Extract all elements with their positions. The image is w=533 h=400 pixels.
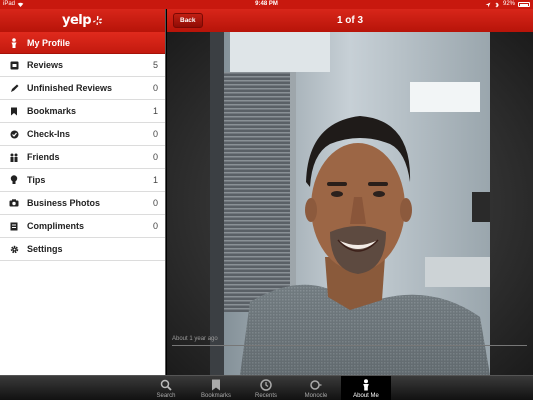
reviews-icon [9, 60, 19, 70]
person-icon [9, 37, 19, 48]
sidebar-item-count: 1 [152, 106, 158, 116]
status-bar: iPad 9:48 PM 92% [0, 0, 533, 9]
tab-about-me[interactable]: About Me [341, 376, 391, 400]
sidebar-item-label: Check-Ins [27, 129, 71, 139]
compliment-icon [9, 221, 19, 231]
camera-icon [9, 198, 19, 208]
sidebar-item-label: Compliments [27, 221, 85, 231]
sidebar-item-label: Reviews [27, 60, 64, 70]
search-icon [160, 379, 172, 391]
sidebar-item-label: Business Photos [27, 198, 101, 208]
app-window: iPad 9:48 PM 92% yelp My Profile Reviews… [0, 0, 533, 400]
tab-search[interactable]: Search [141, 376, 191, 400]
gear-icon [9, 244, 19, 254]
sidebar-item-tips[interactable]: Tips 1 [0, 169, 165, 192]
sidebar-item-label: Friends [27, 152, 60, 162]
sidebar-item-label: Bookmarks [27, 106, 77, 116]
status-time: 9:48 PM [255, 1, 278, 7]
bookmark-icon [210, 379, 222, 391]
tab-label: Bookmarks [200, 393, 231, 399]
sidebar-item-unfinished-reviews[interactable]: Unfinished Reviews 0 [0, 77, 165, 100]
clock-icon [260, 379, 272, 391]
friends-icon [9, 152, 19, 162]
sidebar-item-count: 0 [152, 83, 158, 93]
yelp-burst-icon [93, 16, 102, 25]
sidebar-item-label: Settings [27, 244, 63, 254]
tab-label: Recents [254, 393, 277, 399]
sidebar-item-business-photos[interactable]: Business Photos 0 [0, 192, 165, 215]
sidebar: yelp My Profile Reviews 5 Unfinished Rev… [0, 9, 166, 375]
yelp-logo: yelp [62, 13, 103, 28]
lightbulb-icon [9, 175, 19, 185]
tab-label: About Me [353, 393, 379, 399]
sidebar-item-settings[interactable]: Settings [0, 238, 165, 261]
bluetooth-icon [495, 1, 499, 8]
monocle-icon [310, 379, 322, 391]
tab-monocle[interactable]: Monocle [291, 376, 341, 400]
page-counter: 1 of 3 [336, 15, 364, 26]
photo-area[interactable]: About 1 year ago [167, 32, 533, 375]
bookmark-icon [9, 106, 19, 116]
tab-label: Search [156, 393, 176, 399]
battery-percent: 92% [502, 1, 515, 7]
sidebar-item-compliments[interactable]: Compliments 0 [0, 215, 165, 238]
sidebar-item-count: 0 [152, 221, 158, 231]
profile-photo[interactable] [210, 32, 490, 375]
battery-icon [518, 2, 530, 7]
tab-recents[interactable]: Recents [241, 376, 291, 400]
sidebar-item-my-profile[interactable]: My Profile [0, 32, 165, 54]
location-icon [485, 2, 491, 7]
photo-caption: About 1 year ago [172, 336, 218, 342]
pencil-icon [9, 83, 19, 93]
sidebar-item-count: 1 [152, 175, 158, 185]
sidebar-nav: My Profile Reviews 5 Unfinished Reviews … [0, 32, 165, 261]
sidebar-item-reviews[interactable]: Reviews 5 [0, 54, 165, 77]
checkmark-icon [9, 129, 19, 139]
sidebar-item-friends[interactable]: Friends 0 [0, 146, 165, 169]
tab-bar: Search Bookmarks Recents Monocle About M… [0, 375, 533, 400]
sidebar-item-label: My Profile [27, 37, 71, 48]
caption-divider [172, 345, 527, 346]
tab-label: Monocle [304, 393, 328, 399]
photo-viewer: 1 of 3 Back About 1 year ago [167, 9, 533, 375]
person-icon [360, 379, 372, 391]
sidebar-item-count: 0 [152, 198, 158, 208]
sidebar-item-label: Tips [27, 175, 46, 185]
photo-viewer-header: 1 of 3 Back [167, 9, 533, 32]
sidebar-header: yelp [0, 9, 165, 32]
sidebar-item-label: Unfinished Reviews [27, 83, 113, 93]
sidebar-item-count: 5 [152, 60, 158, 70]
profile-photo-image [210, 32, 490, 375]
sidebar-item-bookmarks[interactable]: Bookmarks 1 [0, 100, 165, 123]
sidebar-item-count: 0 [152, 152, 158, 162]
back-button[interactable]: Back [173, 13, 203, 28]
sidebar-item-check-ins[interactable]: Check-Ins 0 [0, 123, 165, 146]
sidebar-item-count: 0 [152, 129, 158, 139]
yelp-logo-text: yelp [61, 13, 92, 28]
tab-bookmarks[interactable]: Bookmarks [191, 376, 241, 400]
